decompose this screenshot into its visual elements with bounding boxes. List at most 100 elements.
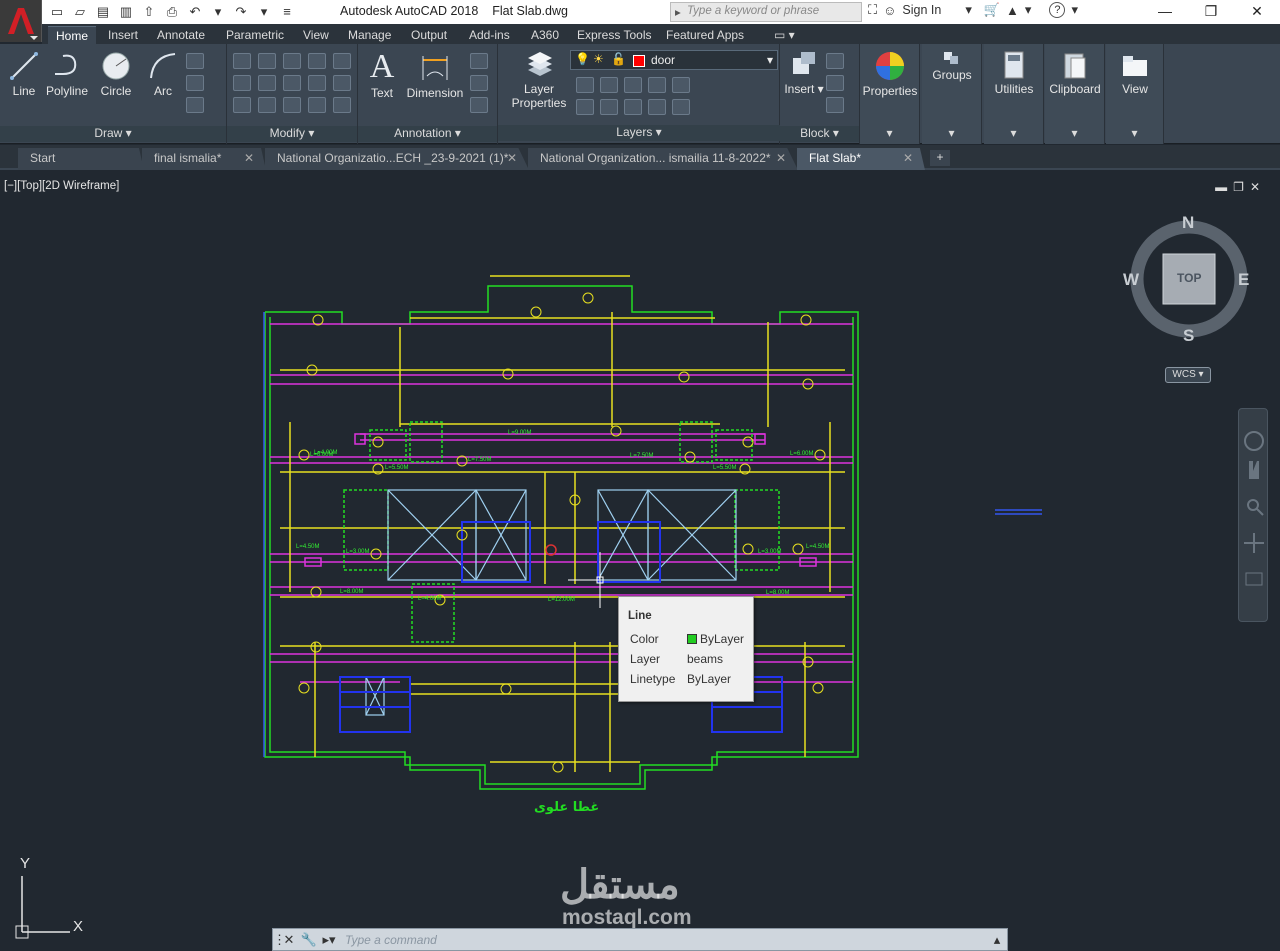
layer-isolate-icon[interactable] — [600, 77, 618, 93]
binoculars-icon[interactable]: ⛶ — [868, 2, 877, 18]
circle-button[interactable]: Circle — [96, 50, 136, 98]
layer-properties-button[interactable]: Layer Properties — [508, 50, 570, 110]
close-command-icon[interactable]: ✕ — [279, 932, 299, 948]
tab-a360[interactable]: A360 — [531, 26, 559, 44]
plot-icon[interactable]: ⎙ — [161, 2, 183, 22]
edit-block-icon[interactable] — [826, 75, 844, 91]
layer-walk-icon[interactable] — [672, 99, 690, 115]
help-dropdown-icon[interactable]: ▾ — [1071, 2, 1078, 18]
layer-off-icon[interactable] — [576, 77, 594, 93]
a360-dropdown-icon[interactable]: ▾ — [1025, 2, 1032, 18]
groups-expand-icon[interactable]: ▾ — [922, 126, 981, 142]
compass-north[interactable]: N — [1182, 213, 1194, 233]
properties-button[interactable]: Properties — [862, 50, 918, 98]
layer-lock-icon[interactable] — [648, 77, 666, 93]
tab-view[interactable]: View — [303, 26, 329, 44]
drawing-viewport[interactable]: [−][Top][2D Wireframe] ▬❐✕ L=9.00M L=4.0… — [0, 172, 1280, 951]
hatch-dropdown-icon[interactable] — [208, 75, 216, 91]
sign-in-link[interactable]: Sign In — [902, 3, 941, 17]
close-icon[interactable]: ✕ — [1234, 0, 1280, 24]
create-block-icon[interactable] — [826, 53, 844, 69]
user-icon[interactable]: ☺ — [883, 3, 896, 18]
save-icon[interactable]: ▤ — [92, 2, 114, 22]
clipboard-button[interactable]: Clipboard — [1047, 50, 1103, 96]
doc-tab-national-2[interactable]: National Organization... ismailia 11-8-2… — [528, 148, 798, 170]
rotate-icon[interactable] — [258, 53, 276, 69]
utilities-button[interactable]: Utilities — [986, 50, 1042, 96]
array-rect-icon[interactable] — [283, 97, 301, 113]
properties-expand-icon[interactable]: ▾ — [860, 126, 919, 142]
undo-dropdown-icon[interactable]: ▾ — [207, 2, 229, 22]
layer-match-icon[interactable] — [672, 77, 690, 93]
draw-panel-title[interactable]: Draw ▾ — [0, 126, 226, 142]
arc-button[interactable]: Arc — [143, 50, 183, 98]
new-icon[interactable]: ▭ — [46, 2, 68, 22]
tab-parametric[interactable]: Parametric — [226, 26, 284, 44]
upload-icon[interactable]: ⇧ — [138, 2, 160, 22]
open-icon[interactable]: ▱ — [69, 2, 91, 22]
tab-featured-apps[interactable]: Featured Apps — [666, 26, 744, 44]
viewcube[interactable]: TOP N S E W — [1123, 213, 1249, 346]
wcs-menu[interactable]: WCS ▾ — [1165, 367, 1211, 383]
new-tab-plus-icon[interactable]: + — [930, 150, 950, 166]
mirror-icon[interactable] — [258, 75, 276, 91]
doc-tab-national-1[interactable]: National Organizatio...ECH _23-9-2021 (1… — [265, 148, 529, 170]
save-as-icon[interactable]: ▥ — [115, 2, 137, 22]
tab-home[interactable]: Home — [48, 26, 97, 44]
viewcube-top-face[interactable]: TOP — [1177, 271, 1201, 285]
rectangle-dropdown-icon[interactable] — [208, 53, 216, 69]
tab-annotate[interactable]: Annotate — [157, 26, 205, 44]
rectangle-icon[interactable] — [186, 53, 204, 69]
linear-dim-icon[interactable] — [470, 53, 488, 69]
compass-east[interactable]: E — [1238, 270, 1249, 290]
doc-tab-start[interactable]: Start — [18, 148, 144, 170]
command-input[interactable]: Type a command — [345, 933, 437, 947]
view-expand-icon[interactable]: ▾ — [1106, 126, 1163, 142]
join-icon[interactable] — [308, 97, 326, 113]
search-input[interactable]: Type a keyword or phrase — [670, 2, 862, 22]
layer-freeze-icon[interactable] — [624, 77, 642, 93]
cart-icon[interactable]: 🛒 — [984, 2, 1000, 18]
customize-wrench-icon[interactable]: 🔧 — [299, 932, 319, 948]
annotation-panel-title[interactable]: Annotation ▾ — [358, 126, 497, 142]
application-menu-button[interactable] — [0, 0, 42, 42]
command-prompt-icon[interactable]: ▸▾ — [319, 932, 339, 948]
trim-icon[interactable] — [283, 53, 301, 69]
layer-unisolate-icon[interactable] — [576, 99, 594, 115]
customize-qat-icon[interactable]: ≡ — [276, 2, 298, 22]
close-tab-icon[interactable]: ✕ — [776, 148, 786, 169]
utilities-expand-icon[interactable]: ▾ — [984, 126, 1043, 142]
text-button[interactable]: A Text — [364, 50, 400, 101]
line-button[interactable]: Line — [6, 50, 42, 98]
close-tab-icon[interactable]: ✕ — [244, 148, 254, 169]
scale-icon[interactable] — [258, 97, 276, 113]
boundary-dropdown-icon[interactable] — [208, 97, 216, 113]
tab-output[interactable]: Output — [411, 26, 447, 44]
clipboard-expand-icon[interactable]: ▾ — [1045, 126, 1104, 142]
tab-insert[interactable]: Insert — [108, 26, 138, 44]
doc-tab-flat-slab[interactable]: Flat Slab* ✕ — [797, 148, 925, 170]
insert-button[interactable]: Insert ▾ — [784, 50, 824, 96]
copy-icon[interactable] — [233, 75, 251, 91]
floor-plan-drawing[interactable] — [0, 172, 1280, 951]
erase-icon[interactable] — [308, 53, 326, 69]
layer-previous-icon[interactable] — [600, 99, 618, 115]
groups-button[interactable]: Groups — [924, 50, 980, 82]
dimension-button[interactable]: Dimension — [404, 50, 466, 100]
tab-manage[interactable]: Manage — [348, 26, 391, 44]
edit-attributes-icon[interactable] — [826, 97, 844, 113]
table-icon[interactable] — [470, 97, 488, 113]
redo-dropdown-icon[interactable]: ▾ — [253, 2, 275, 22]
compass-west[interactable]: W — [1123, 270, 1139, 290]
layer-unlock-icon[interactable] — [648, 99, 666, 115]
close-tab-icon[interactable]: ✕ — [507, 148, 517, 169]
command-history-icon[interactable]: ▴ — [987, 932, 1007, 948]
polyline-button[interactable]: Polyline — [44, 50, 90, 98]
doc-tab-final-ismalia[interactable]: final ismalia* ✕ — [142, 148, 266, 170]
block-panel-title[interactable]: Block ▾ — [780, 126, 859, 142]
fillet-icon[interactable] — [283, 75, 301, 91]
layers-panel-title[interactable]: Layers ▾ — [498, 125, 780, 141]
leader-icon[interactable] — [470, 75, 488, 91]
redo-icon[interactable]: ↷ — [230, 2, 252, 22]
undo-icon[interactable]: ↶ — [184, 2, 206, 22]
